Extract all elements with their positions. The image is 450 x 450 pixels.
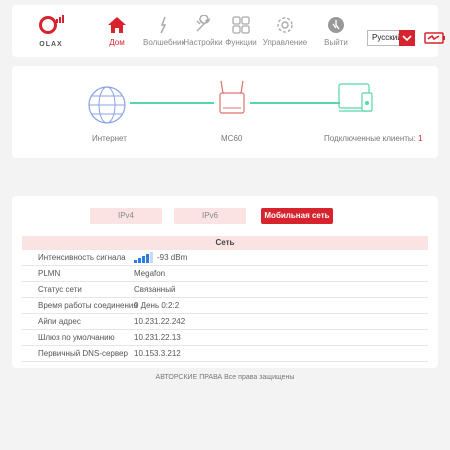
table-row: Шлюз по умолчанию 10.231.22.13 xyxy=(22,330,428,346)
internet-link-line xyxy=(130,102,214,104)
tab-mobile-network[interactable]: Мобильная сеть xyxy=(261,208,333,224)
nav-home[interactable]: Дом xyxy=(92,5,142,57)
tab-ipv4[interactable]: IPv4 xyxy=(90,208,162,224)
logo-text: OLAX xyxy=(39,41,63,48)
table-header: Сеть xyxy=(22,236,428,250)
nav-logout[interactable]: Выйти xyxy=(311,5,361,57)
row-value: 10.153.3.212 xyxy=(134,349,181,358)
row-key: Статус сети xyxy=(38,285,82,294)
network-info-card: IPv4 IPv6 Мобильная сеть Сеть Интенсивно… xyxy=(12,196,438,368)
table-row: Статус сети Связанный xyxy=(22,282,428,298)
grid-icon xyxy=(232,16,250,34)
wrench-icon xyxy=(196,15,211,32)
row-value: 10.231.22.13 xyxy=(134,333,181,342)
row-value: 0 День 0:2:2 xyxy=(134,301,180,310)
connection-diagram: Интернет MC60 Подключенные клиенты: 1 xyxy=(12,66,438,158)
row-key: PLMN xyxy=(38,269,61,278)
connected-clients-text: Подключенные клиенты: xyxy=(324,134,416,143)
connected-devices-icon xyxy=(338,83,373,112)
tab-ipv6[interactable]: IPv6 xyxy=(174,208,246,224)
table-row: Первичный DNS-сервер 10.153.3.212 xyxy=(22,346,428,362)
row-value: Связанный xyxy=(134,285,176,294)
globe-icon xyxy=(88,86,126,124)
row-key: Айпи адрес xyxy=(38,317,81,326)
home-icon xyxy=(108,17,126,33)
signal-strength-icon xyxy=(134,252,154,264)
olax-logo[interactable]: OLAX xyxy=(36,14,68,54)
nav-management[interactable]: Управление xyxy=(260,5,310,57)
row-value: Megafon xyxy=(134,269,166,278)
nav-logout-label: Выйти xyxy=(324,38,348,47)
nav-functions[interactable]: Функции xyxy=(216,5,266,57)
logout-icon xyxy=(328,17,344,33)
table-row: Время работы соединения 0 День 0:2:2 xyxy=(22,298,428,314)
copyright-footer: АВТОРСКИЕ ПРАВА Все права защищены xyxy=(155,374,295,381)
router-icon xyxy=(219,81,245,114)
signal-value: -93 dBm xyxy=(157,253,188,262)
row-key: Время работы соединения xyxy=(38,301,138,310)
row-key: Интенсивность сигнала xyxy=(38,253,126,262)
clients-link-line xyxy=(250,102,340,104)
battery-charging-icon xyxy=(424,32,445,44)
row-value: -93 dBm xyxy=(134,250,187,266)
chevron-down-icon[interactable] xyxy=(399,30,415,46)
table-row: Интенсивность сигнала -93 dBm xyxy=(22,250,428,266)
row-key: Первичный DNS-сервер xyxy=(38,349,128,358)
gear-icon xyxy=(277,17,293,33)
language-selected: Русский xyxy=(372,33,402,42)
internet-label: Интернет xyxy=(92,134,127,143)
row-value: 10.231.22.242 xyxy=(134,317,186,326)
row-key: Шлюз по умолчанию xyxy=(38,333,115,342)
table-row: PLMN Megafon xyxy=(22,266,428,282)
device-name-label: MC60 xyxy=(221,134,243,143)
wand-icon xyxy=(160,16,167,34)
connected-clients-count: 1 xyxy=(418,134,423,143)
table-row: Айпи адрес 10.231.22.242 xyxy=(22,314,428,330)
connected-clients-label[interactable]: Подключенные клиенты: 1 xyxy=(324,134,423,143)
language-select[interactable]: Русский xyxy=(367,30,415,46)
top-navigation-bar: OLAX Дом Волшебник Настройки Функции Упр… xyxy=(12,5,445,57)
